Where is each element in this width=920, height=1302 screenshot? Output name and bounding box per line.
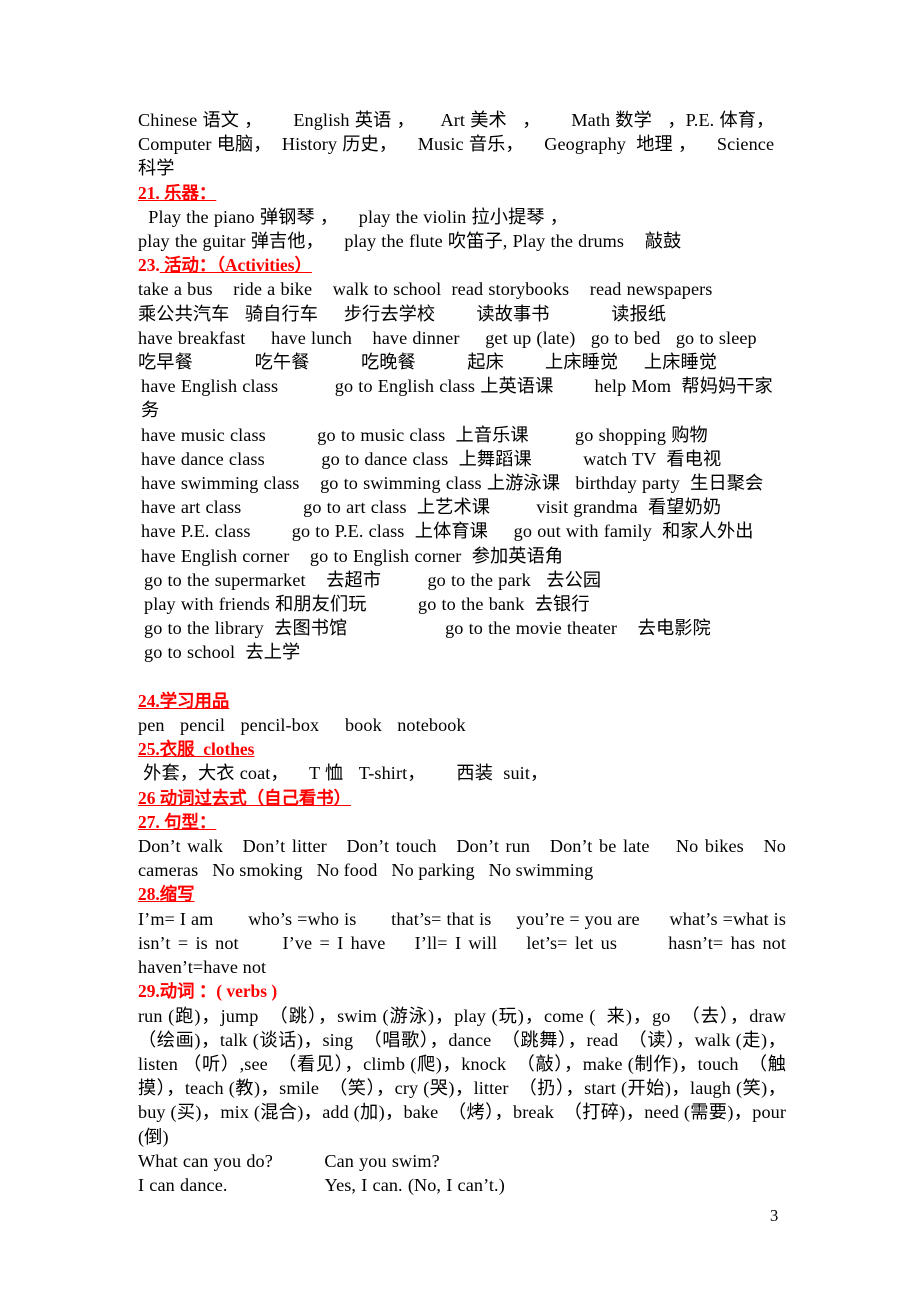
section-number-23: 23.: [138, 255, 160, 276]
instruments-line-2: play the guitar 弹吉他， play the flute 吹笛子,…: [138, 231, 682, 252]
verbs-answer-line: I can dance. Yes, I can. (No, I can’t.): [138, 1174, 505, 1195]
section-number-25: 25.: [138, 739, 160, 760]
verbs-body: run (跑)，jump （跳），swim (游泳)，play (玩)，come…: [138, 1005, 791, 1147]
section-title-26: 动词过去式（自己看书）: [155, 787, 352, 808]
section-title-23: 活动：（Activities）: [159, 255, 312, 276]
section-title-25: 衣服 clothes: [159, 739, 255, 760]
subjects-line-1: Chinese 语文 ， English 英语 ， Art 美术 ， Math …: [138, 110, 775, 130]
section-heading-contractions: 28.缩写: [138, 882, 786, 906]
section-heading-school-supplies: 24.学习用品: [138, 689, 786, 713]
activity-row: go to the library 去图书馆 go to the movie t…: [144, 618, 711, 639]
activity-row: 乘公共汽车 骑自行车 步行去学校 读故事书 读报纸: [138, 303, 667, 324]
contractions-body: I’m= I am who’s =who is that’s= that is …: [138, 908, 805, 978]
activity-row: have English corner go to English corner…: [141, 545, 564, 566]
activity-row: have breakfast have lunch have dinner ge…: [138, 327, 757, 348]
section-title-27: 句型：: [159, 811, 217, 832]
document-body: Chinese 语文 ， English 英语 ， Art 美术 ， Math …: [138, 108, 786, 1197]
section-number-29: 29.: [138, 981, 160, 1002]
activity-row: go to the supermarket 去超市 go to the park…: [144, 569, 602, 590]
activity-row: have music class go to music class 上音乐课 …: [141, 424, 708, 445]
section-number-27: 27.: [138, 811, 160, 832]
activity-row: play with friends 和朋友们玩 go to the bank 去…: [144, 594, 590, 615]
document-page: Chinese 语文 ， English 英语 ， Art 美术 ， Math …: [0, 0, 920, 1302]
section-heading-sentence-patterns: 27. 句型：: [138, 810, 786, 834]
activity-row: have dance class go to dance class 上舞蹈课 …: [141, 448, 722, 469]
section-number-21: 21.: [138, 182, 160, 203]
section-title-21: 乐器：: [159, 182, 217, 203]
section-title-24: 学习用品: [159, 690, 230, 711]
section-heading-past-tense: 26 动词过去式（自己看书）: [138, 786, 786, 810]
activity-row: have swimming class go to swimming class…: [141, 473, 764, 494]
instruments-line-1: Play the piano 弹钢琴 ， play the violin 拉小提…: [138, 206, 569, 227]
section-heading-clothes: 25.衣服 clothes: [138, 737, 786, 761]
activity-row: 吃早餐 吃午餐 吃晚餐 起床 上床睡觉 上床睡觉: [138, 352, 718, 373]
section-heading-verbs: 29.动词 ：( verbs ): [138, 979, 786, 1003]
activity-row: have art class go to art class 上艺术课 visi…: [141, 497, 722, 518]
section-number-26: 26: [138, 787, 156, 808]
clothes-line-1: 外套，大衣 coat， T 恤 T-shirt， 西装 suit，: [138, 763, 549, 784]
section-heading-activities: 23. 活动：（Activities）: [138, 253, 786, 277]
subjects-line-3: 科学: [138, 158, 175, 179]
sentence-patterns-body: Don’t walk Don’t litter Don’t touch Don’…: [138, 836, 791, 881]
section-title-28: 缩写: [159, 884, 195, 905]
section-number-28: 28.: [138, 884, 160, 905]
activity-row: go to school 去上学: [144, 642, 301, 663]
activity-row: have P.E. class go to P.E. class 上体育课 go…: [141, 521, 754, 542]
section-number-24: 24.: [138, 690, 160, 711]
page-number: 3: [770, 1206, 779, 1225]
section-heading-instruments: 21. 乐器：: [138, 181, 786, 205]
subjects-line-2: Computer 电脑， History 历史， Music 音乐， Geogr…: [138, 134, 775, 155]
verbs-question-line: What can you do? Can you swim?: [138, 1150, 440, 1171]
school-supplies-line-1: pen pencil pencil-box book notebook: [138, 715, 466, 736]
section-title-29: 动词 ：( verbs ): [159, 981, 278, 1002]
activity-row: take a bus ride a bike walk to school re…: [138, 279, 713, 300]
activity-row: have English class go to English class 上…: [141, 376, 773, 421]
